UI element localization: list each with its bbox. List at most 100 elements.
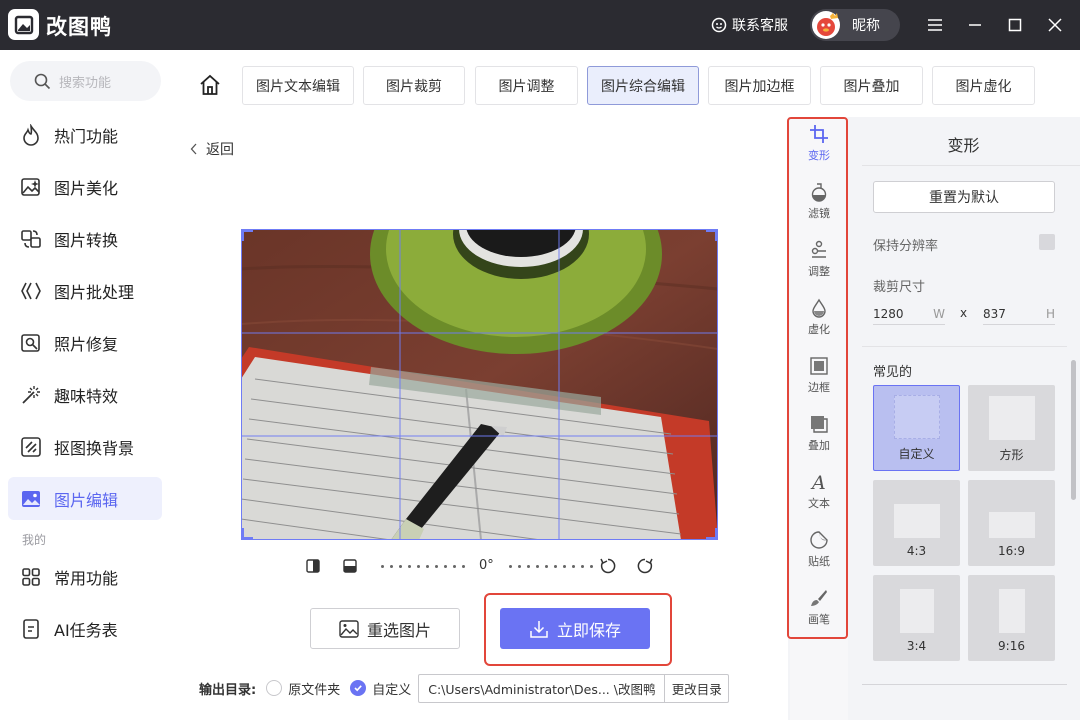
cutout-icon [20,436,42,458]
tab-text-edit[interactable]: 图片文本编辑 [242,66,354,105]
minimize-icon [967,17,983,33]
document-icon [20,618,42,640]
home-icon [199,74,221,96]
user-badge[interactable]: 昵称 [810,9,900,41]
crop-width-unit: W [933,307,945,321]
preset-custom[interactable]: 自定义 [873,385,960,471]
sidebar-item-label: 图片美化 [54,175,118,199]
magic-wand-icon [20,384,42,406]
maximize-button[interactable] [1005,14,1025,36]
reselect-label: 重选图片 [367,617,431,641]
rotation-slider-left[interactable] [381,565,465,568]
divider [862,165,1080,166]
app-logo-icon [8,9,39,40]
preset-shape [999,589,1025,633]
tool-strip-highlight-frame [787,117,848,639]
output-directory-label: 输出目录: [199,679,256,698]
save-label: 立即保存 [557,617,621,641]
keep-resolution-label: 保持分辨率 [873,235,938,254]
convert-icon [20,228,42,250]
rotation-angle: 0° [479,558,494,573]
sidebar-item-label: AI任务表 [54,617,118,641]
sidebar-item-label: 抠图换背景 [54,435,134,459]
preset-16-9[interactable]: 16:9 [968,480,1055,566]
menu-button[interactable] [925,14,945,36]
back-label: 返回 [206,139,234,159]
preset-label: 3:4 [907,639,926,653]
photo-crop-area[interactable] [241,229,718,540]
tab-overlay[interactable]: 图片叠加 [820,66,923,105]
sidebar-item-edit[interactable]: 图片编辑 [8,477,162,520]
flip-vertical-icon[interactable] [342,558,358,574]
home-button[interactable] [199,74,221,100]
divider [862,684,1067,685]
sidebar-item-favorites[interactable]: 常用功能 [8,555,162,598]
image-replace-icon [339,620,359,638]
radio-original-label: 原文件夹 [288,679,340,698]
radio-original-folder[interactable] [266,680,282,696]
sidebar-item-ai-tasks[interactable]: AI任务表 [8,607,162,650]
divider [862,346,1067,347]
avatar[interactable] [812,11,840,39]
headset-icon [711,17,727,33]
crop-width-input[interactable]: 1280 W [873,303,945,325]
sidebar-item-label: 热门功能 [54,123,118,147]
support-label: 联系客服 [732,15,788,35]
sidebar-item-repair[interactable]: 照片修复 [8,321,162,364]
grid-icon [20,566,42,588]
output-path-field[interactable]: C:\Users\Administrator\Des... \改图鸭 更改目录 [418,674,729,703]
minimize-button[interactable] [965,14,985,36]
maximize-icon [1007,17,1023,33]
rotation-slider-right[interactable] [509,565,593,568]
preset-9-16[interactable]: 9:16 [968,575,1055,661]
radio-custom-folder[interactable] [350,680,366,696]
output-directory-row: 输出目录: 原文件夹 自定义 C:\Users\Administrator\De… [199,673,759,703]
back-button[interactable]: 返回 [190,139,234,159]
download-icon [529,619,549,639]
tab-comprehensive-edit[interactable]: 图片综合编辑 [587,66,699,105]
sidebar-item-label: 趣味特效 [54,383,118,407]
crop-width-value: 1280 [873,307,904,321]
tab-blur[interactable]: 图片虚化 [932,66,1035,105]
output-path: C:\Users\Administrator\Des... \改图鸭 [419,679,664,698]
sidebar-item-label: 图片转换 [54,227,118,251]
close-button[interactable] [1045,14,1065,36]
tab-crop[interactable]: 图片裁剪 [363,66,465,105]
preset-label: 自定义 [898,445,934,462]
rotate-right-icon[interactable] [636,557,654,575]
keep-resolution-checkbox[interactable] [1039,234,1055,250]
sidebar-item-beautify[interactable]: 图片美化 [8,165,162,208]
reset-default-button[interactable]: 重置为默认 [873,181,1055,213]
flip-horizontal-icon[interactable] [305,558,321,574]
search-placeholder: 搜索功能 [59,72,111,91]
sidebar-item-batch[interactable]: 图片批处理 [8,269,162,312]
transform-tools [305,557,358,575]
support-button[interactable]: 联系客服 [711,15,788,35]
sidebar-item-hot[interactable]: 热门功能 [8,113,162,156]
editor-canvas: 返回 [170,117,788,720]
flame-icon [20,124,42,146]
preset-square[interactable]: 方形 [968,385,1055,471]
tab-border[interactable]: 图片加边框 [708,66,811,105]
preset-4-3[interactable]: 4:3 [873,480,960,566]
check-icon [353,683,363,693]
preset-3-4[interactable]: 3:4 [873,575,960,661]
duck-avatar-icon [812,11,840,39]
preset-label: 16:9 [998,544,1025,558]
sidebar-item-effects[interactable]: 趣味特效 [8,373,162,416]
reselect-image-button[interactable]: 重选图片 [310,608,460,649]
change-directory-button[interactable]: 更改目录 [664,675,728,702]
panel-scrollbar[interactable] [1071,360,1076,500]
tab-bar: 图片文本编辑 图片裁剪 图片调整 图片综合编辑 图片加边框 图片叠加 图片虚化 [170,50,1080,117]
search-input[interactable]: 搜索功能 [10,61,161,101]
sidebar-item-label: 图片批处理 [54,279,134,303]
crop-size-label: 裁剪尺寸 [873,276,925,295]
crop-height-input[interactable]: 837 H [983,303,1055,325]
preset-label: 方形 [999,446,1023,463]
sidebar-item-convert[interactable]: 图片转换 [8,217,162,260]
tab-adjust[interactable]: 图片调整 [475,66,578,105]
rotate-left-icon[interactable] [599,557,617,575]
crop-height-unit: H [1046,307,1055,321]
save-button[interactable]: 立即保存 [500,608,650,649]
sidebar-item-cutout[interactable]: 抠图换背景 [8,425,162,468]
